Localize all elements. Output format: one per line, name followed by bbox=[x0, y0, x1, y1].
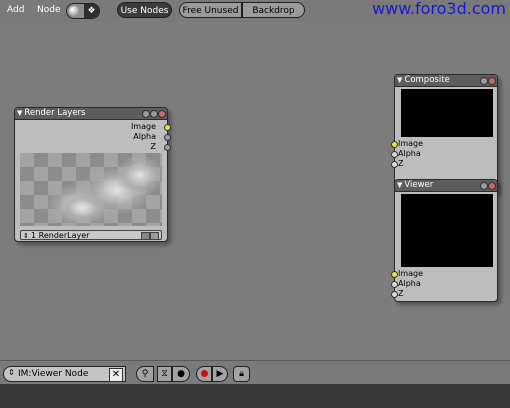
backdrop-toggle[interactable]: Backdrop bbox=[242, 2, 305, 18]
composite-preview-image bbox=[401, 89, 493, 137]
use-nodes-toggle[interactable]: Use Nodes bbox=[117, 2, 172, 18]
alpha-output-socket-icon[interactable] bbox=[164, 134, 171, 141]
input-socket-label: Alpha bbox=[398, 149, 421, 158]
input-socket-label: Image bbox=[398, 139, 424, 148]
record-icon[interactable] bbox=[196, 366, 212, 382]
input-socket-label: Z bbox=[398, 289, 404, 298]
viewer-preview-image bbox=[401, 194, 493, 267]
browse-arrows-icon[interactable]: ⇕ bbox=[8, 368, 15, 377]
play-icon[interactable]: ▶ bbox=[212, 366, 228, 382]
output-socket-row: Alpha bbox=[15, 132, 171, 142]
free-unused-button[interactable]: Free Unused bbox=[179, 2, 242, 18]
shader-nodes-icon[interactable] bbox=[69, 6, 79, 16]
image-name: IM:Viewer Node bbox=[18, 369, 89, 379]
input-socket-label: Image bbox=[398, 269, 424, 278]
window-bottom-strip bbox=[0, 384, 510, 408]
render-layer-name: 1 RenderLayer bbox=[31, 231, 90, 240]
composite-node-title: Composite bbox=[404, 75, 450, 85]
z-input-socket-icon[interactable] bbox=[391, 291, 398, 298]
output-socket-row: Image bbox=[15, 122, 171, 132]
scene-icon[interactable] bbox=[141, 232, 150, 240]
alpha-input-socket-icon[interactable] bbox=[391, 151, 398, 158]
image-input-socket-icon[interactable] bbox=[391, 141, 398, 148]
z-output-socket-icon[interactable] bbox=[164, 144, 171, 151]
render-layer-select[interactable]: ⇕ 1 RenderLayer bbox=[20, 230, 162, 240]
hide-sockets-icon[interactable] bbox=[480, 182, 488, 190]
input-socket-row: Z bbox=[391, 289, 497, 299]
draw-mode-icon[interactable]: ● bbox=[172, 366, 190, 382]
collapse-triangle-icon[interactable]: ▼ bbox=[397, 180, 402, 191]
input-socket-row: Image bbox=[391, 269, 497, 279]
composite-node[interactable]: ▼ Composite Image Alpha Z bbox=[391, 74, 498, 194]
input-socket-label: Z bbox=[398, 159, 404, 168]
render-layers-node-title: Render Layers bbox=[24, 108, 86, 118]
node-editor-canvas[interactable]: ▼ Render Layers Image Alpha Z ⇕ 1 RenderL… bbox=[0, 22, 510, 360]
output-socket-label: Image bbox=[130, 122, 156, 131]
image-browse-field[interactable]: ⇕ IM:Viewer Node ✕ bbox=[3, 366, 126, 382]
render-icon[interactable] bbox=[150, 232, 159, 240]
input-socket-row: Alpha bbox=[391, 149, 497, 159]
image-output-socket-icon[interactable] bbox=[164, 124, 171, 131]
unlink-x-icon[interactable]: ✕ bbox=[109, 368, 123, 382]
input-socket-row: Image bbox=[391, 139, 497, 149]
node-options-icon[interactable] bbox=[488, 77, 496, 85]
render-preview-image bbox=[20, 153, 162, 226]
collapse-triangle-icon[interactable]: ▼ bbox=[17, 108, 22, 119]
collapse-triangle-icon[interactable]: ▼ bbox=[397, 75, 402, 86]
alpha-input-socket-icon[interactable] bbox=[391, 281, 398, 288]
node-menu[interactable]: Node bbox=[37, 5, 61, 15]
lock-icon[interactable]: 🔒︎ bbox=[233, 366, 250, 382]
watermark-text: www.foro3d.com bbox=[372, 0, 506, 18]
z-input-socket-icon[interactable] bbox=[391, 161, 398, 168]
input-socket-label: Alpha bbox=[398, 279, 421, 288]
node-tree-type-toggle[interactable]: ❖ bbox=[66, 3, 100, 19]
image-input-socket-icon[interactable] bbox=[391, 271, 398, 278]
input-socket-row: Alpha bbox=[391, 279, 497, 289]
node-options-icon[interactable] bbox=[488, 182, 496, 190]
composite-node-header[interactable]: ▼ Composite bbox=[395, 75, 497, 87]
hide-sockets-icon[interactable] bbox=[480, 77, 488, 85]
output-socket-label: Z bbox=[150, 142, 156, 151]
composite-nodes-icon[interactable]: ❖ bbox=[84, 4, 99, 18]
add-menu[interactable]: Add bbox=[7, 5, 24, 15]
input-socket-row: Z bbox=[391, 159, 497, 169]
output-socket-row: Z bbox=[15, 142, 171, 152]
viewer-node-header[interactable]: ▼ Viewer bbox=[395, 180, 497, 192]
dropdown-arrows-icon[interactable]: ⇕ bbox=[23, 231, 29, 241]
pin-icon[interactable]: ⚲ bbox=[136, 366, 154, 382]
viewer-node[interactable]: ▼ Viewer Image Alpha Z bbox=[391, 179, 498, 302]
uv-sync-icon[interactable]: ⧖ bbox=[157, 366, 172, 382]
node-options-icon[interactable] bbox=[158, 110, 166, 118]
render-layers-node-header[interactable]: ▼ Render Layers bbox=[15, 108, 167, 120]
preview-toggle-icon[interactable] bbox=[150, 110, 158, 118]
viewer-node-title: Viewer bbox=[404, 180, 434, 190]
render-layers-node[interactable]: ▼ Render Layers Image Alpha Z ⇕ 1 RenderL… bbox=[14, 107, 171, 242]
output-socket-label: Alpha bbox=[133, 132, 156, 141]
hide-sockets-icon[interactable] bbox=[142, 110, 150, 118]
image-editor-header: ⇕ IM:Viewer Node ✕ ⚲ ⧖ ● ▶ 🔒︎ bbox=[0, 360, 510, 385]
node-editor-header: Add Node ❖ Use Nodes Free Unused Backdro… bbox=[0, 0, 510, 22]
